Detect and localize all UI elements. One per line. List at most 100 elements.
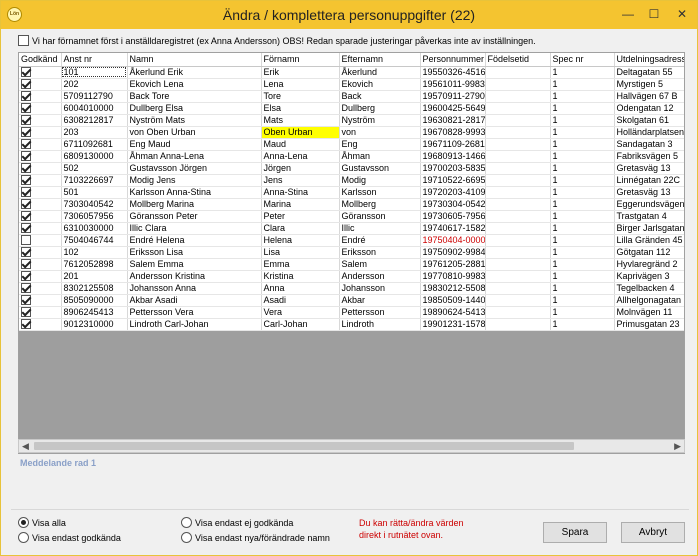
firstname-first-option[interactable]: Vi har förnamnet först i anställdaregist… <box>18 35 536 48</box>
approved-cell[interactable] <box>19 294 62 307</box>
table-row[interactable]: 101 Åkerlund Erik Erik Åkerlund 19550326-451… <box>19 66 684 79</box>
approved-cell[interactable] <box>19 210 62 223</box>
cell-fornamn[interactable]: Erik <box>261 66 340 79</box>
cell-namn[interactable]: Illic Clara <box>127 222 262 235</box>
cell-fornamn[interactable]: Maud <box>261 138 340 151</box>
cell-personnummer[interactable]: 19670828-9993 <box>420 126 486 139</box>
cell-efternamn[interactable]: Gustavsson <box>339 162 421 175</box>
cell-namn[interactable]: Åkerlund Erik <box>127 66 262 79</box>
cell-spec-nr[interactable]: 1 <box>550 294 615 307</box>
cell-spec-nr[interactable]: 1 <box>550 138 615 151</box>
cell-utdelningsadress[interactable]: Primusgatan 23 <box>614 318 684 331</box>
table-row[interactable]: 7303040542 Mollberg Marina Marina Mollberg 1… <box>19 198 684 211</box>
cell-spec-nr[interactable]: 1 <box>550 78 615 91</box>
approved-checkbox[interactable] <box>21 115 31 125</box>
cancel-button[interactable]: Avbryt <box>621 522 685 543</box>
cell-fodelsetid[interactable] <box>485 234 551 247</box>
table-row[interactable]: 6809130000 Åhman Anna-Lena Anna-Lena Åhman 1… <box>19 150 684 163</box>
filter-show-approved[interactable]: Visa endast godkända <box>18 532 121 544</box>
cell-spec-nr[interactable]: 1 <box>550 186 615 199</box>
cell-fodelsetid[interactable] <box>485 306 551 319</box>
cell-efternamn[interactable]: Eriksson <box>339 246 421 259</box>
cell-anst-nr[interactable]: 6711092681 <box>61 138 128 151</box>
cell-spec-nr[interactable]: 1 <box>550 174 615 187</box>
cell-efternamn[interactable]: Salem <box>339 258 421 271</box>
cell-namn[interactable]: Göransson Peter <box>127 210 262 223</box>
cell-anst-nr[interactable]: 6308212817 <box>61 114 128 127</box>
approved-checkbox[interactable] <box>21 247 31 257</box>
cell-efternamn[interactable]: Eng <box>339 138 421 151</box>
cell-personnummer[interactable]: 19890624-5413 <box>420 306 486 319</box>
filter-new-changed-radio[interactable] <box>181 532 192 544</box>
horizontal-scrollbar[interactable]: ◀ ▶ <box>18 439 685 453</box>
cell-fodelsetid[interactable] <box>485 282 551 295</box>
cell-spec-nr[interactable]: 1 <box>550 306 615 319</box>
approved-cell[interactable] <box>19 138 62 151</box>
approved-cell[interactable] <box>19 258 62 271</box>
table-row[interactable]: 7612052898 Salem Emma Emma Salem 19761205-28… <box>19 258 684 271</box>
cell-personnummer[interactable]: 19570911-2790 <box>420 90 486 103</box>
close-button[interactable]: ✕ <box>669 4 695 24</box>
cell-utdelningsadress[interactable]: Sandagatan 3 <box>614 138 684 151</box>
cell-anst-nr[interactable]: 8302125508 <box>61 282 128 295</box>
approved-checkbox[interactable] <box>21 151 31 161</box>
filter-show-approved-radio[interactable] <box>18 532 29 544</box>
cell-fornamn[interactable]: Anna-Stina <box>261 186 340 199</box>
cell-fornamn[interactable]: Kristina <box>261 270 340 283</box>
cell-namn[interactable]: Lindroth Carl-Johan <box>127 318 262 331</box>
column-header-efternamn[interactable]: Efternamn <box>339 53 421 67</box>
cell-namn[interactable]: Johansson Anna <box>127 282 262 295</box>
cell-efternamn[interactable]: Modig <box>339 174 421 187</box>
cell-fornamn[interactable]: Lena <box>261 78 340 91</box>
cell-spec-nr[interactable]: 1 <box>550 318 615 331</box>
cell-fornamn[interactable]: Mats <box>261 114 340 127</box>
cell-fornamn[interactable]: Clara <box>261 222 340 235</box>
person-grid[interactable]: Godkänd Anst nr Namn Förnamn Efternamn Person… <box>18 52 685 454</box>
column-header-personnummer[interactable]: Personnummer <box>420 53 486 67</box>
cell-utdelningsadress[interactable]: Hallvägen 67 B <box>614 90 684 103</box>
cell-namn[interactable]: Mollberg Marina <box>127 198 262 211</box>
cell-personnummer[interactable]: 19730605-7956 <box>420 210 486 223</box>
approved-checkbox[interactable] <box>21 223 31 233</box>
table-row[interactable]: 7504046744 Endré Helena Helena Endré 1975040… <box>19 234 684 247</box>
approved-cell[interactable] <box>19 66 62 79</box>
approved-cell[interactable] <box>19 246 62 259</box>
cell-namn[interactable]: Åhman Anna-Lena <box>127 150 262 163</box>
cell-personnummer[interactable]: 19750902-9984 <box>420 246 486 259</box>
cell-utdelningsadress[interactable]: Deltagatan 55 <box>614 66 684 79</box>
title-bar[interactable]: Lön Ändra / komplettera personuppgifter … <box>1 1 697 29</box>
cell-fornamn[interactable]: Marina <box>261 198 340 211</box>
cell-anst-nr[interactable]: 501 <box>61 186 128 199</box>
approved-checkbox[interactable] <box>21 307 31 317</box>
column-header-spec-nr[interactable]: Spec nr <box>550 53 615 67</box>
cell-personnummer[interactable]: 19761205-2881 <box>420 258 486 271</box>
approved-checkbox[interactable] <box>21 295 31 305</box>
cell-anst-nr[interactable]: 7504046744 <box>61 234 128 247</box>
cell-namn[interactable]: Karlsson Anna-Stina <box>127 186 262 199</box>
cell-fodelsetid[interactable] <box>485 66 551 79</box>
cell-anst-nr[interactable]: 9012310000 <box>61 318 128 331</box>
cell-fodelsetid[interactable] <box>485 210 551 223</box>
cell-utdelningsadress[interactable]: Allhelgonagatan <box>614 294 684 307</box>
approved-checkbox[interactable] <box>21 259 31 269</box>
cell-efternamn[interactable]: Göransson <box>339 210 421 223</box>
maximize-button[interactable]: ☐ <box>641 4 667 24</box>
cell-anst-nr[interactable]: 202 <box>61 78 128 91</box>
cell-anst-nr[interactable]: 7303040542 <box>61 198 128 211</box>
cell-fodelsetid[interactable] <box>485 294 551 307</box>
cell-personnummer[interactable]: 19901231-1578 <box>420 318 486 331</box>
cell-anst-nr[interactable]: 8906245413 <box>61 306 128 319</box>
cell-utdelningsadress[interactable]: Birger Jarlsgatan <box>614 222 684 235</box>
cell-anst-nr[interactable]: 6004010000 <box>61 102 128 115</box>
cell-spec-nr[interactable]: 1 <box>550 270 615 283</box>
cell-utdelningsadress[interactable]: Hyvlaregränd 2 <box>614 258 684 271</box>
approved-checkbox[interactable] <box>21 271 31 281</box>
scroll-right-icon[interactable]: ▶ <box>674 441 681 452</box>
cell-spec-nr[interactable]: 1 <box>550 210 615 223</box>
cell-namn[interactable]: Salem Emma <box>127 258 262 271</box>
cell-namn[interactable]: Endré Helena <box>127 234 262 247</box>
column-header-fodelsetid[interactable]: Födelsetid <box>485 53 551 67</box>
table-row[interactable]: 502 Gustavsson Jörgen Jörgen Gustavsson 1970… <box>19 162 684 175</box>
table-row[interactable]: 6711092681 Eng Maud Maud Eng 19671109-2681 1 S… <box>19 138 684 151</box>
cell-utdelningsadress[interactable]: Holländarplatsen <box>614 126 684 139</box>
